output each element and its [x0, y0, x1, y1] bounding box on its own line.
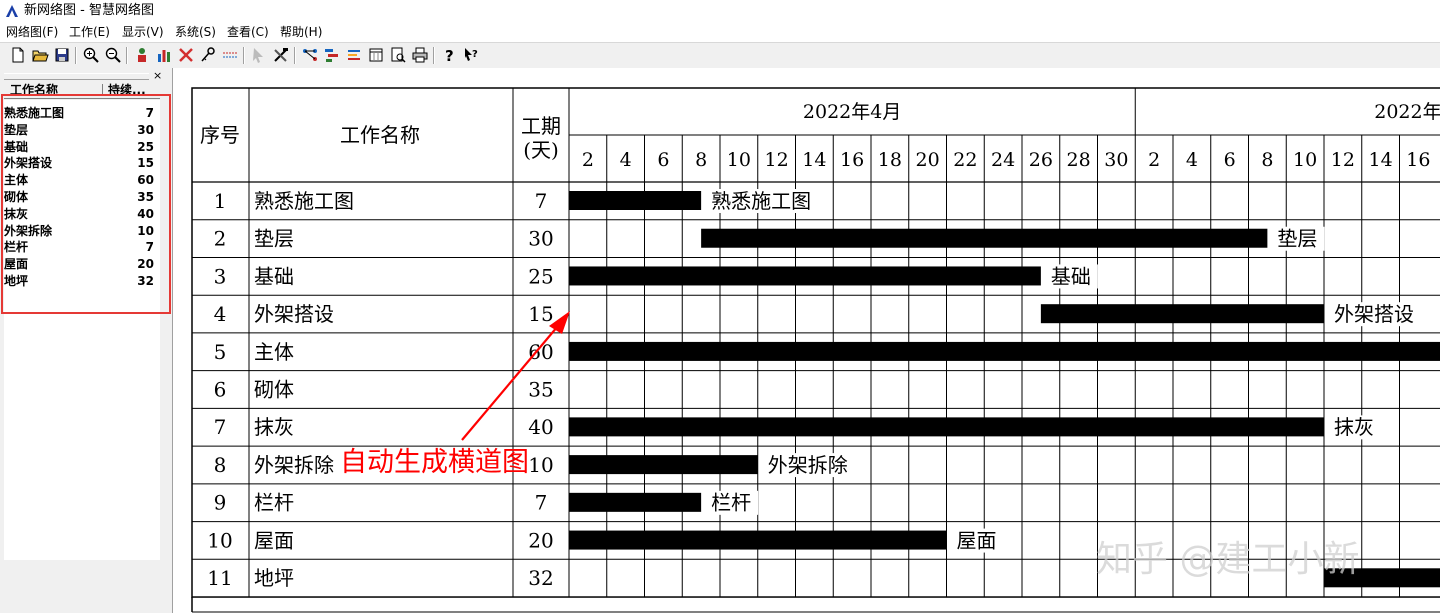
gantt-chart: 2 4 6 8 10 12 14 16 18 20 22 24 26 28 30 2 4 6 8 10 12 14 16序号… — [191, 87, 1440, 613]
bar-label: 屋面 — [957, 528, 997, 552]
day-tick-label: 26 — [1029, 149, 1053, 171]
day-tick-label: 10 — [1293, 149, 1317, 171]
row-duration: 30 — [528, 227, 553, 251]
bar-label: 栏杆 — [711, 491, 751, 515]
row-seq: 2 — [214, 227, 227, 251]
day-tick-label: 16 — [1406, 149, 1430, 171]
row-seq: 1 — [214, 189, 227, 213]
annotation-label: 自动生成横道图 — [340, 447, 529, 478]
row-name: 垫层 — [254, 227, 294, 251]
task-bar — [569, 191, 702, 210]
row-duration: 40 — [528, 415, 553, 439]
row-name: 屋面 — [254, 528, 294, 552]
row-seq: 3 — [214, 264, 227, 288]
day-tick-label: 20 — [916, 149, 940, 171]
bar-label: 基础 — [1051, 264, 1091, 288]
row-duration: 7 — [535, 189, 548, 213]
row-seq: 11 — [207, 566, 232, 590]
bar-label: 外架搭设 — [1334, 302, 1414, 326]
row-seq: 4 — [214, 302, 227, 326]
row-name: 地坪 — [254, 566, 294, 590]
day-tick-label: 22 — [953, 149, 977, 171]
day-tick-label: 18 — [878, 149, 902, 171]
day-tick-label: 4 — [620, 149, 632, 171]
task-bar — [569, 341, 1440, 361]
task-bar — [569, 530, 947, 550]
row-name: 主体 — [254, 340, 294, 364]
day-tick-label: 28 — [1067, 149, 1091, 171]
day-tick-label: 16 — [840, 149, 864, 171]
row-duration: 20 — [528, 528, 553, 552]
watermark: 知乎 @建工小新 — [1096, 539, 1360, 580]
header-seq: 序号 — [200, 123, 240, 147]
task-bar — [569, 492, 702, 512]
day-tick-label: 2 — [582, 149, 594, 171]
row-duration: 15 — [528, 302, 553, 326]
row-name: 砌体 — [254, 378, 294, 402]
day-tick-label: 14 — [802, 149, 826, 171]
day-tick-label: 8 — [695, 149, 707, 171]
day-tick-label: 2 — [1148, 149, 1160, 171]
day-tick-label: 4 — [1186, 149, 1198, 171]
bar-label: 熟悉施工图 — [711, 189, 811, 213]
row-duration: 35 — [528, 378, 553, 402]
bar-label: 垫层 — [1277, 227, 1317, 251]
row-seq: 9 — [214, 491, 227, 515]
day-tick-label: 10 — [727, 149, 751, 171]
task-bar — [569, 455, 758, 475]
task-bar — [701, 228, 1268, 248]
month-label: 2022年4月 — [803, 101, 901, 123]
row-name: 抹灰 — [254, 415, 294, 439]
row-duration: 7 — [535, 491, 548, 515]
header-duration-unit: (天) — [523, 138, 559, 162]
row-duration: 60 — [528, 340, 553, 364]
header-duration: 工期 — [521, 114, 561, 138]
row-name: 基础 — [254, 264, 294, 288]
row-seq: 5 — [214, 340, 227, 364]
day-tick-label: 12 — [1331, 149, 1355, 171]
task-bar — [569, 266, 1041, 286]
day-tick-label: 6 — [657, 149, 669, 171]
row-duration: 32 — [528, 566, 553, 590]
bar-label: 外架拆除 — [768, 453, 848, 477]
row-seq: 8 — [214, 453, 227, 477]
row-name: 外架搭设 — [254, 302, 334, 326]
task-bar — [569, 417, 1324, 437]
row-duration: 25 — [528, 264, 553, 288]
month-label: 2022年5月 — [1374, 101, 1440, 123]
day-tick-label: 8 — [1261, 149, 1273, 171]
row-name: 熟悉施工图 — [254, 189, 354, 213]
bar-label: 抹灰 — [1334, 415, 1374, 439]
task-bar — [1040, 304, 1324, 324]
day-tick-label: 30 — [1104, 149, 1128, 171]
row-duration: 10 — [528, 453, 553, 477]
day-tick-label: 24 — [991, 149, 1015, 171]
row-name: 外架拆除 — [254, 453, 334, 477]
day-tick-label: 12 — [765, 149, 789, 171]
row-seq: 7 — [214, 415, 227, 439]
row-seq: 6 — [214, 378, 227, 402]
row-seq: 10 — [207, 528, 232, 552]
day-tick-label: 6 — [1224, 149, 1236, 171]
row-name: 栏杆 — [254, 491, 294, 515]
header-name: 工作名称 — [340, 123, 420, 147]
day-tick-label: 14 — [1369, 149, 1393, 171]
